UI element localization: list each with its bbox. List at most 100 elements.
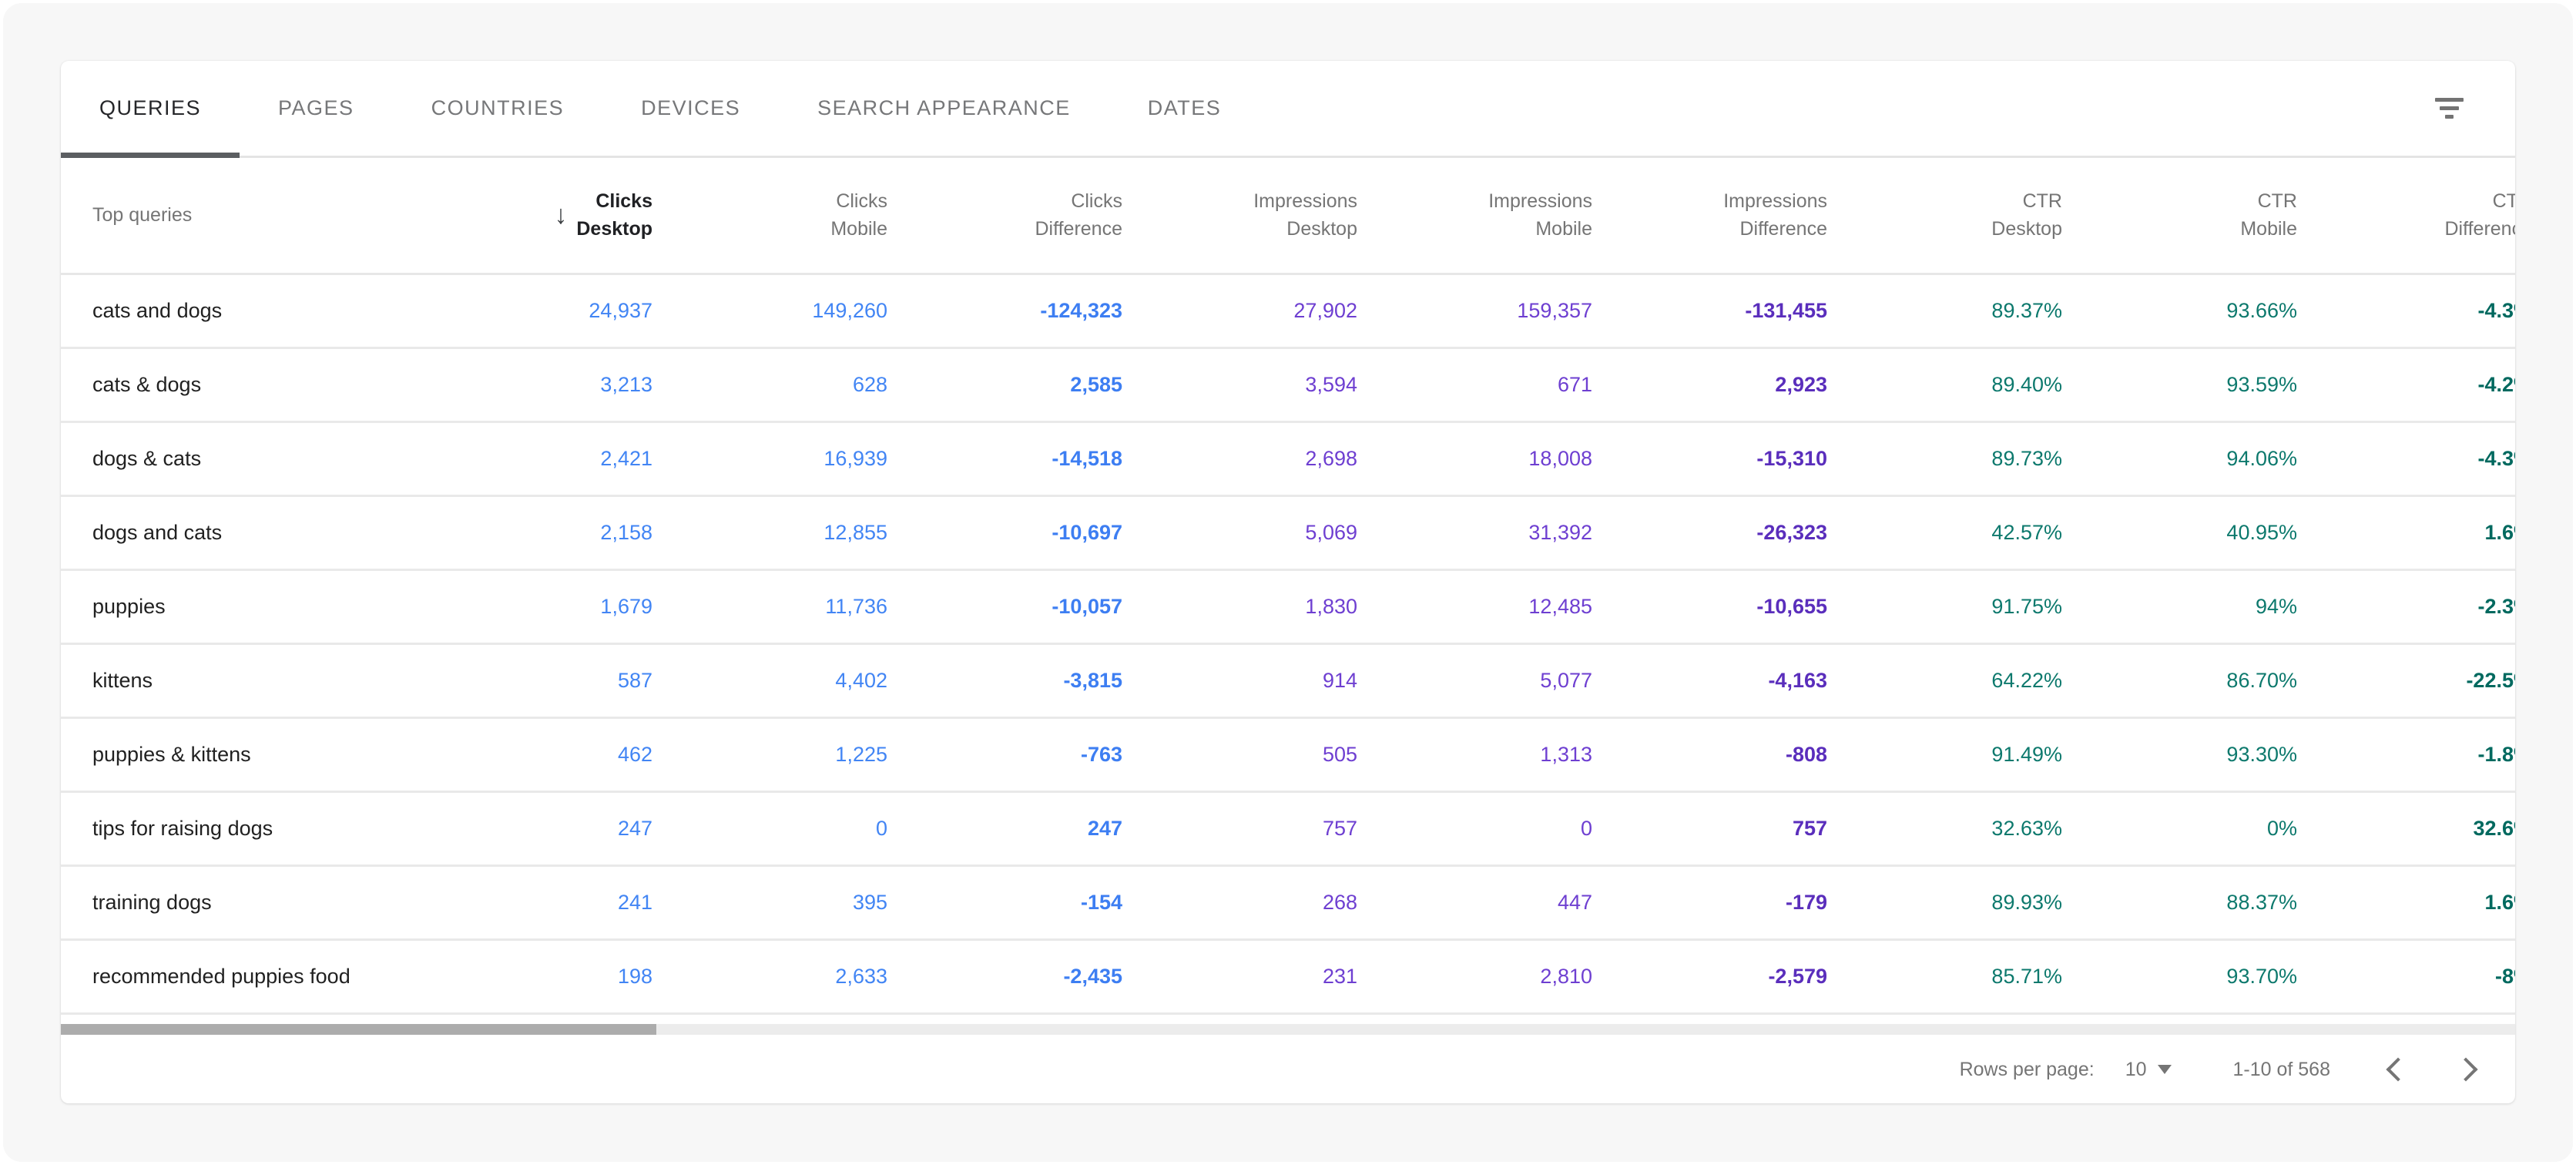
- query-cell[interactable]: training dogs: [61, 865, 418, 941]
- clicks-difference-cell: -3,815: [887, 643, 1122, 719]
- clicks-desktop-cell: 462: [418, 717, 652, 793]
- table-row[interactable]: cats and dogs 24,937 149,260 -124,323 27…: [61, 274, 2515, 349]
- clicks-mobile-cell: 0: [652, 791, 887, 867]
- clicks-mobile-cell: 395: [652, 865, 887, 941]
- ctr-desktop-cell: 42.57%: [1827, 495, 2062, 571]
- query-cell[interactable]: recommended puppies food: [61, 939, 418, 1015]
- clicks-difference-cell: -14,518: [887, 421, 1122, 497]
- impressions-desktop-cell: 3,594: [1122, 347, 1357, 423]
- filter-button[interactable]: [2426, 86, 2472, 132]
- impressions-mobile-cell: 0: [1357, 791, 1592, 867]
- ctr-mobile-cell: 40.95%: [2062, 495, 2297, 571]
- column-header-ctr-mobile[interactable]: CTR Mobile: [2062, 158, 2297, 275]
- query-cell[interactable]: tips for raising dogs: [61, 791, 418, 867]
- impressions-difference-cell: -2,579: [1592, 939, 1827, 1015]
- impressions-difference-cell: -808: [1592, 717, 1827, 793]
- ctr-mobile-cell: 93.66%: [2062, 274, 2297, 349]
- impressions-desktop-cell: 231: [1122, 939, 1357, 1015]
- ctr-difference-cell: -22.5%: [2297, 643, 2515, 719]
- ctr-desktop-cell: 91.75%: [1827, 569, 2062, 645]
- ctr-desktop-cell: 89.73%: [1827, 421, 2062, 497]
- table-row[interactable]: dogs and cats 2,158 12,855 -10,697 5,069…: [61, 495, 2515, 571]
- column-header-clicks-mobile[interactable]: Clicks Mobile: [652, 158, 887, 275]
- ctr-desktop-cell: 85.71%: [1827, 939, 2062, 1015]
- column-header-clicks-desktop[interactable]: ↓ Clicks Desktop: [418, 158, 652, 275]
- impressions-desktop-cell: 1,830: [1122, 569, 1357, 645]
- query-cell[interactable]: kittens: [61, 643, 418, 719]
- table-row[interactable]: tips for raising dogs 247 0 247 757 0 75…: [61, 791, 2515, 867]
- next-page-button[interactable]: [2450, 1051, 2487, 1088]
- tab-countries[interactable]: COUNTRIES: [393, 61, 603, 156]
- table-row[interactable]: dogs & cats 2,421 16,939 -14,518 2,698 1…: [61, 421, 2515, 497]
- column-header-impressions-desktop[interactable]: Impressions Desktop: [1122, 158, 1357, 275]
- impressions-mobile-cell: 18,008: [1357, 421, 1592, 497]
- query-cell[interactable]: cats and dogs: [61, 274, 418, 349]
- table-row[interactable]: cats & dogs 3,213 628 2,585 3,594 671 2,…: [61, 347, 2515, 423]
- query-cell[interactable]: dogs and cats: [61, 495, 418, 571]
- clicks-mobile-cell: 1,225: [652, 717, 887, 793]
- tab-pages[interactable]: PAGES: [240, 61, 393, 156]
- table-row[interactable]: puppies 1,679 11,736 -10,057 1,830 12,48…: [61, 569, 2515, 645]
- horizontal-scrollbar-thumb[interactable]: [61, 1023, 656, 1035]
- ctr-desktop-cell: 91.49%: [1827, 717, 2062, 793]
- ctr-mobile-cell: 86.70%: [2062, 643, 2297, 719]
- ctr-difference-cell: -8%: [2297, 939, 2515, 1015]
- impressions-mobile-cell: 447: [1357, 865, 1592, 941]
- clicks-desktop-cell: 2,158: [418, 495, 652, 571]
- previous-page-button[interactable]: [2376, 1051, 2413, 1088]
- clicks-desktop-cell: 24,937: [418, 274, 652, 349]
- impressions-mobile-cell: 671: [1357, 347, 1592, 423]
- ctr-mobile-cell: 94%: [2062, 569, 2297, 645]
- clicks-difference-cell: -2,435: [887, 939, 1122, 1015]
- rows-per-page-label: Rows per page:: [1959, 1058, 2095, 1080]
- tab-search-appearance[interactable]: SEARCH APPEARANCE: [779, 61, 1109, 156]
- column-header-clicks-difference[interactable]: Clicks Difference: [887, 158, 1122, 275]
- clicks-mobile-cell: 16,939: [652, 421, 887, 497]
- caret-down-icon: [2157, 1065, 2172, 1074]
- column-header-ctr-desktop[interactable]: CTR Desktop: [1827, 158, 2062, 275]
- pagination-bar: Rows per page: 10 1-10 of 568: [61, 1035, 2515, 1104]
- rows-per-page-select[interactable]: 10: [2125, 1059, 2172, 1081]
- table-row[interactable]: puppies & kittens 462 1,225 -763 505 1,3…: [61, 717, 2515, 793]
- query-cell[interactable]: dogs & cats: [61, 421, 418, 497]
- impressions-difference-cell: 2,923: [1592, 347, 1827, 423]
- chevron-left-icon: [2386, 1057, 2410, 1082]
- clicks-desktop-cell: 198: [418, 939, 652, 1015]
- clicks-mobile-cell: 4,402: [652, 643, 887, 719]
- table-row[interactable]: kittens 587 4,402 -3,815 914 5,077 -4,16…: [61, 643, 2515, 719]
- pagination-range: 1-10 of 568: [2232, 1058, 2331, 1080]
- impressions-desktop-cell: 5,069: [1122, 495, 1357, 571]
- column-header-impressions-difference[interactable]: Impressions Difference: [1592, 158, 1827, 275]
- clicks-desktop-cell: 2,421: [418, 421, 652, 497]
- impressions-desktop-cell: 757: [1122, 791, 1357, 867]
- table-row[interactable]: training dogs 241 395 -154 268 447 -179 …: [61, 865, 2515, 941]
- table-row[interactable]: recommended puppies food 198 2,633 -2,43…: [61, 939, 2515, 1015]
- impressions-difference-cell: -179: [1592, 865, 1827, 941]
- column-header-top-queries: Top queries: [61, 158, 418, 275]
- ctr-desktop-cell: 64.22%: [1827, 643, 2062, 719]
- ctr-desktop-cell: 89.37%: [1827, 274, 2062, 349]
- impressions-mobile-cell: 2,810: [1357, 939, 1592, 1015]
- clicks-mobile-cell: 11,736: [652, 569, 887, 645]
- query-cell[interactable]: puppies & kittens: [61, 717, 418, 793]
- ctr-mobile-cell: 93.70%: [2062, 939, 2297, 1015]
- tab-queries[interactable]: QUERIES: [61, 61, 240, 158]
- impressions-difference-cell: -4,163: [1592, 643, 1827, 719]
- ctr-mobile-cell: 93.59%: [2062, 347, 2297, 423]
- ctr-difference-cell: 1.6%: [2297, 865, 2515, 941]
- column-header-impressions-mobile[interactable]: Impressions Mobile: [1357, 158, 1592, 275]
- tab-bar: QUERIES PAGES COUNTRIES DEVICES SEARCH A…: [61, 61, 2515, 158]
- horizontal-scrollbar-track[interactable]: [61, 1023, 2515, 1035]
- tab-devices[interactable]: DEVICES: [602, 61, 779, 156]
- ctr-difference-cell: -4.3%: [2297, 274, 2515, 349]
- clicks-desktop-cell: 587: [418, 643, 652, 719]
- column-header-ctr-difference[interactable]: CTRDifference: [2297, 158, 2515, 275]
- table-header-row: Top queries ↓ Clicks Desktop Clicks Mobile…: [61, 158, 2515, 275]
- tab-dates[interactable]: DATES: [1109, 61, 1260, 156]
- impressions-difference-cell: -15,310: [1592, 421, 1827, 497]
- query-cell[interactable]: cats & dogs: [61, 347, 418, 423]
- query-cell[interactable]: puppies: [61, 569, 418, 645]
- filter-icon: [2434, 98, 2464, 119]
- impressions-desktop-cell: 914: [1122, 643, 1357, 719]
- ctr-difference-cell: -4.2%: [2297, 347, 2515, 423]
